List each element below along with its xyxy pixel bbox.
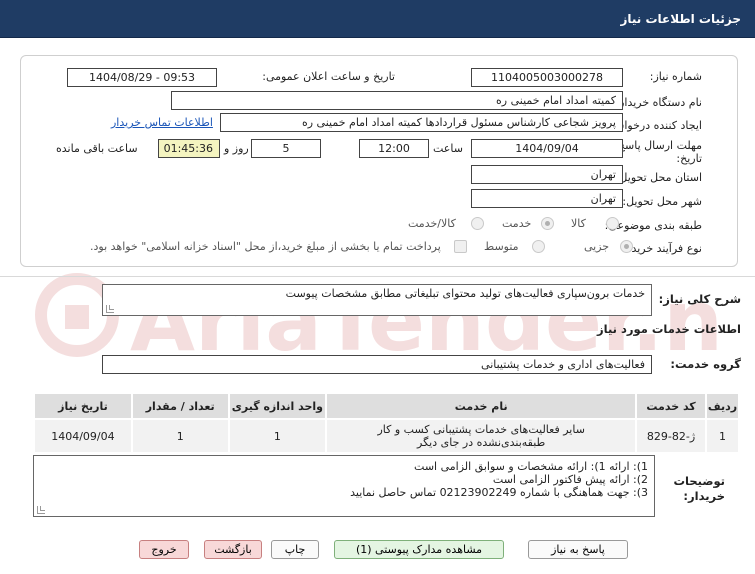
deadline-time-field[interactable]: 12:00 [359, 139, 429, 158]
buyer-notes-label: توضیحات [673, 474, 726, 488]
category-option-both: کالا/خدمت [408, 217, 456, 230]
treasury-payment-note: پرداخت تمام یا بخشی از مبلغ خرید،از محل … [90, 240, 441, 253]
city-field[interactable]: تهران [471, 189, 623, 208]
back-button[interactable]: بازگشت [204, 540, 262, 559]
need-number-field[interactable]: 1104005003000278 [471, 68, 623, 87]
cell-qty: 1 [130, 418, 230, 454]
page-title: جزئیات اطلاعات نیاز [620, 12, 741, 26]
page-header: جزئیات اطلاعات نیاز [0, 0, 755, 38]
province-label: استان محل تحویل: [615, 171, 702, 184]
summary-field[interactable]: خدمات برون‌سپاری فعالیت‌های تولید محتوای… [102, 284, 652, 316]
view-attachments-button[interactable]: مشاهده مدارک پیوستی (1) [334, 540, 504, 559]
remaining-time-label: ساعت باقی مانده [56, 142, 138, 155]
deadline-time-label: ساعت [433, 142, 463, 155]
col-header-qty: تعداد / مقدار [130, 392, 230, 420]
days-label: روز و [224, 142, 249, 155]
category-radio-both[interactable] [471, 217, 484, 230]
category-radio-service[interactable] [541, 217, 554, 230]
service-group-field[interactable]: فعالیت‌های اداری و خدمات پشتیبانی [102, 355, 652, 374]
need-number-label: شماره نیاز: [649, 70, 702, 83]
buyer-org-field[interactable]: کمیته امداد امام خمینی ره [171, 91, 623, 110]
city-label: شهر محل تحویل: [622, 195, 702, 208]
purchase-radio-minor[interactable] [620, 240, 633, 253]
print-button[interactable]: چاپ [271, 540, 319, 559]
col-header-code: کد خدمت [635, 392, 708, 420]
services-section-title: اطلاعات خدمات مورد نیاز [597, 322, 741, 336]
cell-unit: 1 [227, 418, 328, 454]
buyer-contact-link[interactable]: اطلاعات تماس خریدار [111, 116, 213, 129]
resize-handle-icon[interactable] [106, 305, 114, 313]
category-option-service: خدمت [502, 217, 532, 230]
buyer-org-label: نام دستگاه خریدار: [615, 96, 702, 109]
summary-label: شرح کلی نیاز: [658, 292, 741, 306]
reply-button[interactable]: پاسخ به نیاز [528, 540, 628, 559]
purchase-radio-medium[interactable] [532, 240, 545, 253]
exit-button[interactable]: خروج [139, 540, 189, 559]
watermark-square [65, 305, 89, 329]
summary-text: خدمات برون‌سپاری فعالیت‌های تولید محتوای… [285, 287, 645, 300]
cell-name: سایر فعالیت‌های خدمات پشتیبانی کسب و کار… [325, 418, 638, 454]
cell-name-line1: سایر فعالیت‌های خدمات پشتیبانی کسب و کار [377, 423, 585, 436]
cell-row-num: 1 [705, 418, 740, 454]
buyer-note-line: 1): ارائه 1): ارائه مشخصات و سوابق الزام… [414, 460, 648, 473]
category-option-goods: کالا [571, 217, 586, 230]
purchase-option-medium: متوسط [484, 240, 519, 253]
province-field[interactable]: تهران [471, 165, 623, 184]
table-row[interactable]: 1 ژ-82-829 سایر فعالیت‌های خدمات پشتیبان… [33, 418, 740, 454]
buyer-notes-field[interactable]: 1): ارائه 1): ارائه مشخصات و سوابق الزام… [33, 455, 655, 517]
deadline-date-field[interactable]: 1404/09/04 [471, 139, 623, 158]
announce-datetime-field[interactable]: 1404/08/29 - 09:53 [67, 68, 217, 87]
cell-name-line2: طبقه‌بندی‌نشده در جای دیگر [417, 436, 546, 449]
col-header-row-num: ردیف [705, 392, 740, 420]
purchase-option-minor: جزیی [584, 240, 610, 253]
section-divider [0, 276, 755, 277]
days-field[interactable]: 5 [251, 139, 321, 158]
treasury-payment-checkbox[interactable] [454, 240, 467, 253]
col-header-unit: واحد اندازه گیری [227, 392, 328, 420]
cell-code: ژ-82-829 [635, 418, 708, 454]
services-table: ردیف کد خدمت نام خدمت واحد اندازه گیری ت… [33, 392, 740, 454]
buyer-note-line: 3): جهت هماهنگی با شماره 02123902249 تما… [350, 486, 648, 499]
service-group-label: گروه خدمت: [670, 357, 741, 371]
deadline-label-2: تاریخ: [676, 152, 702, 165]
col-header-name: نام خدمت [325, 392, 638, 420]
col-header-date: تاریخ نیاز [33, 392, 133, 420]
buyer-notes-label-2: خریدار: [683, 489, 725, 503]
cell-date: 1404/09/04 [33, 418, 133, 454]
category-radio-goods[interactable] [606, 217, 619, 230]
buyer-note-line: 2): ارائه پیش فاکتور الزامی است [492, 473, 648, 486]
requester-field[interactable]: پرویز شجاعی کارشناس مسئول قراردادها کمیت… [220, 113, 623, 132]
table-header-row: ردیف کد خدمت نام خدمت واحد اندازه گیری ت… [33, 392, 740, 420]
resize-handle-icon[interactable] [37, 506, 45, 514]
purchase-type-label: نوع فرآیند خرید : [624, 242, 702, 255]
announce-datetime-label: تاریخ و ساعت اعلان عمومی: [262, 70, 395, 83]
remaining-time-field: 01:45:36 [158, 139, 220, 158]
category-label: طبقه بندی موضوعی: [604, 219, 702, 232]
